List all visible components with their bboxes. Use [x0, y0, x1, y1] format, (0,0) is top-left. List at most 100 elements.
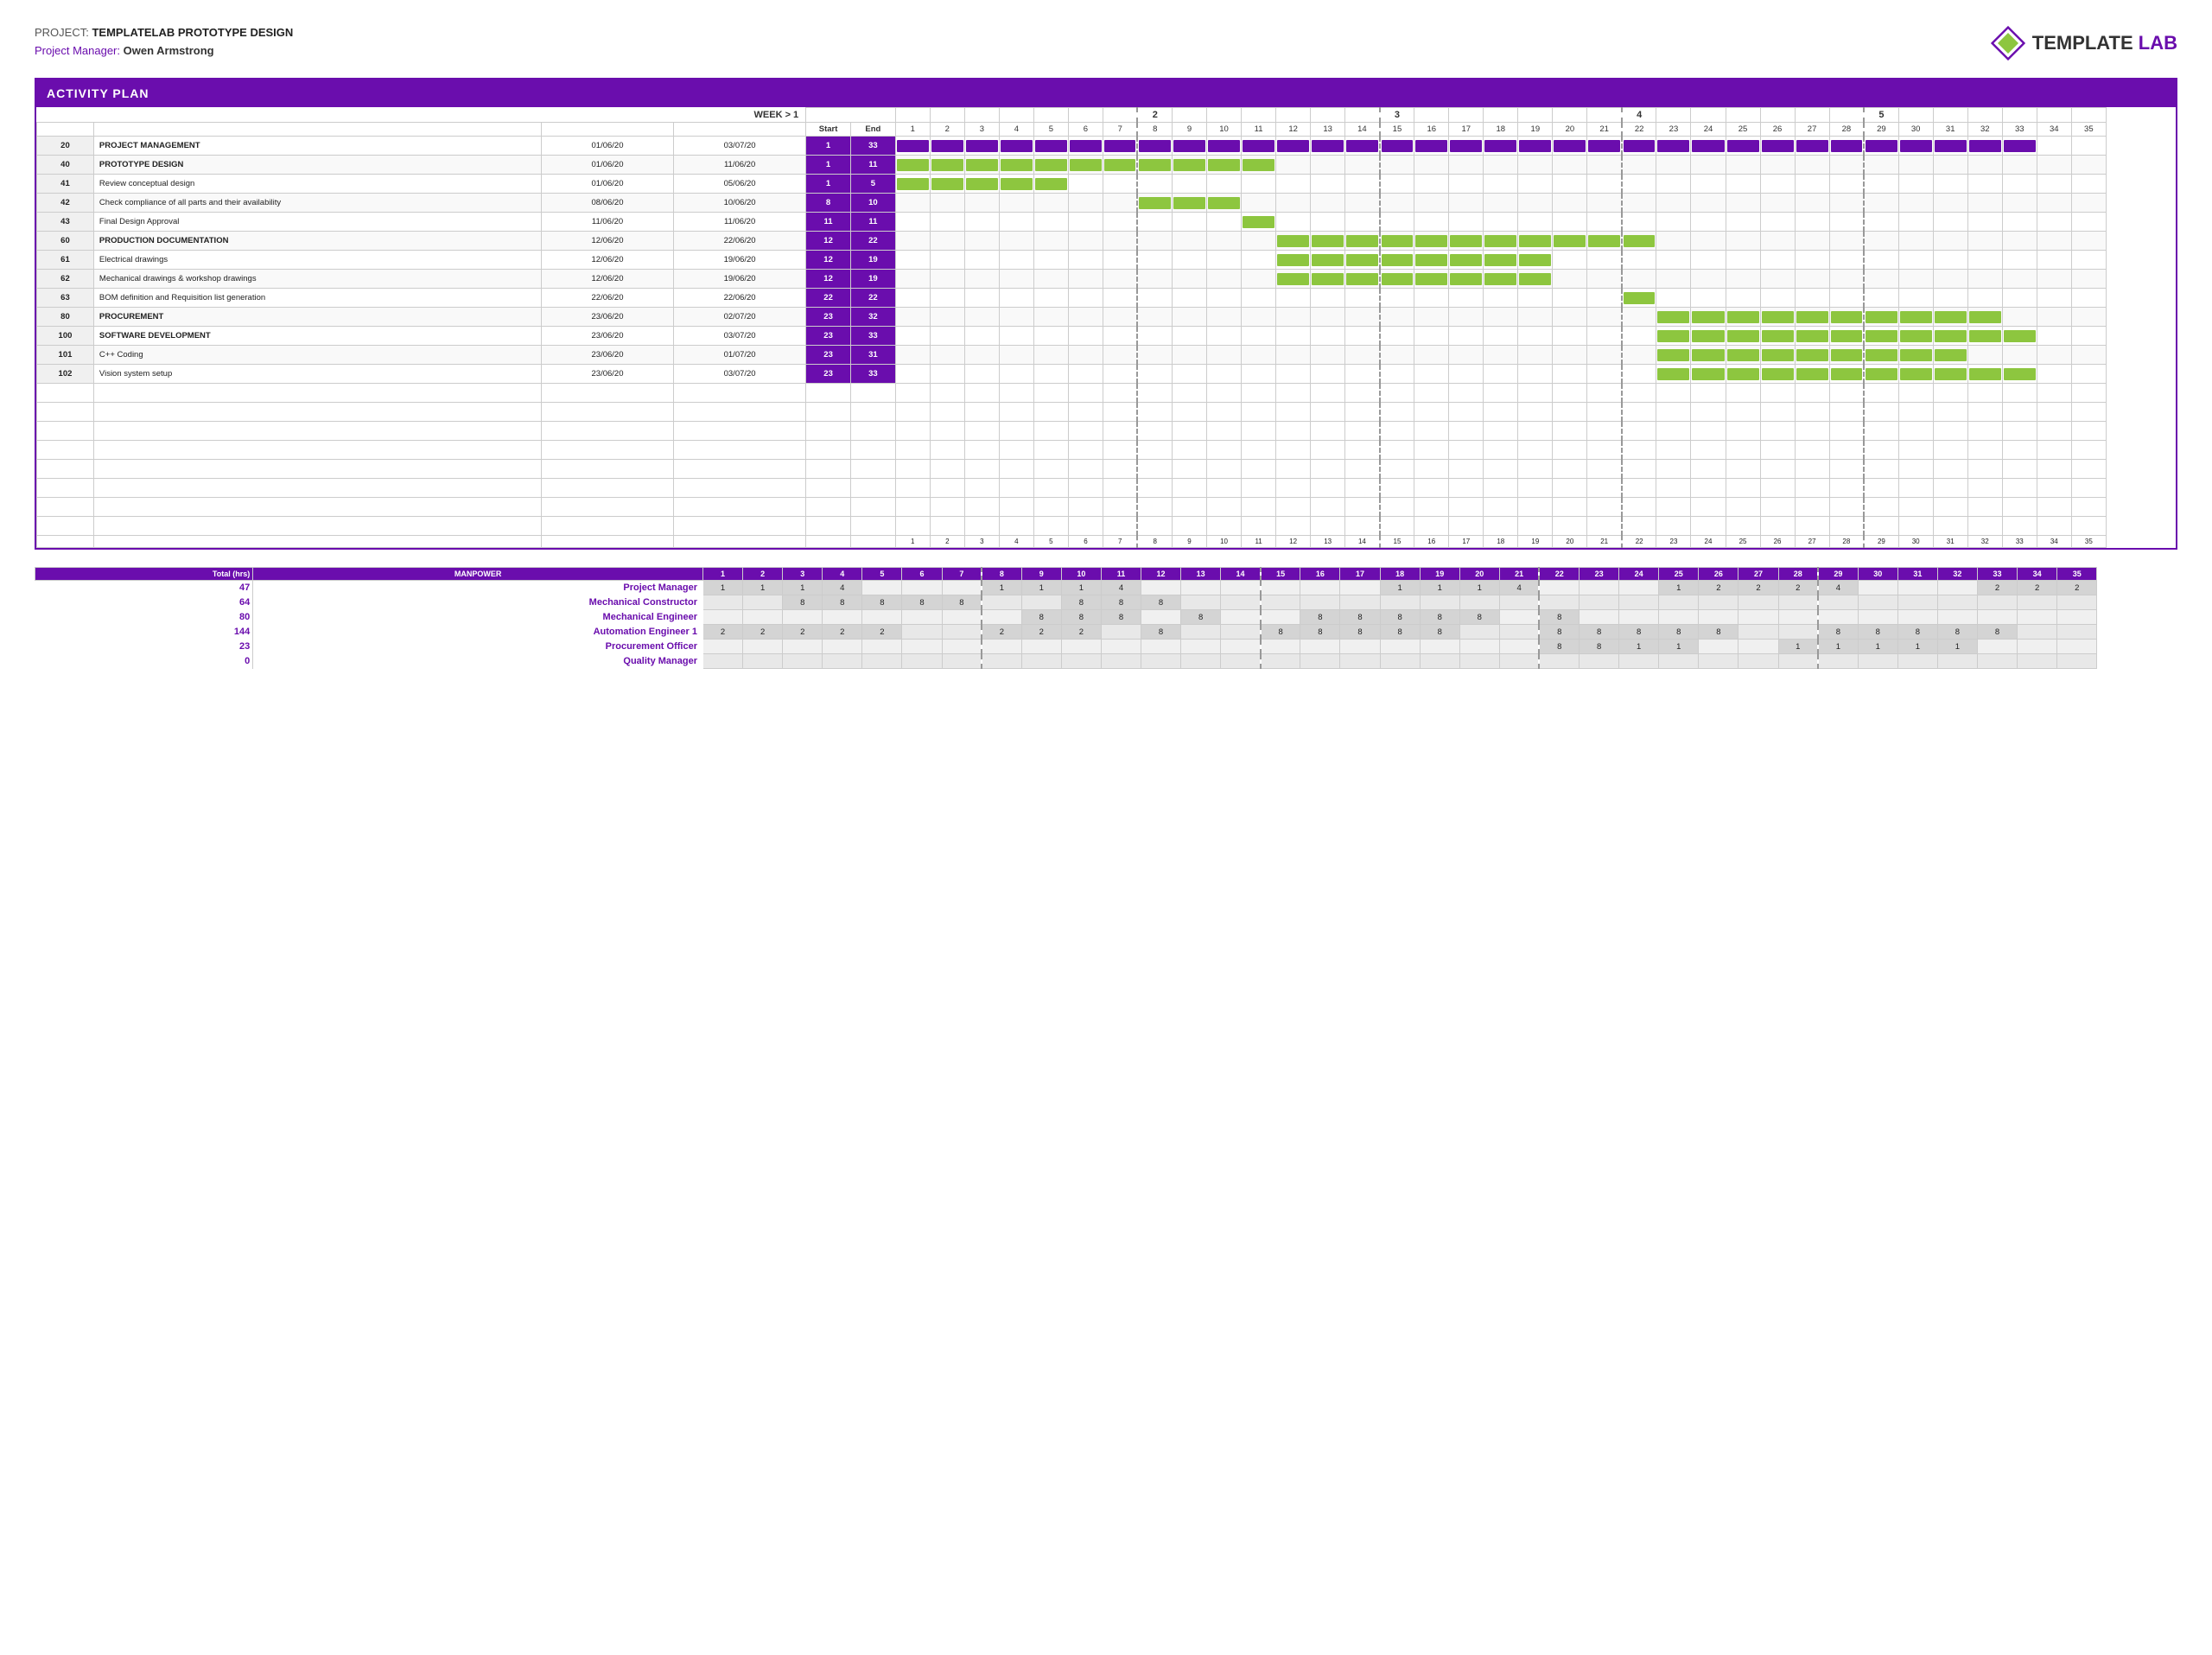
gantt-cell	[1795, 156, 1829, 175]
footer-day-1: 1	[895, 536, 930, 548]
row-end-date: 19/06/20	[674, 251, 806, 270]
gantt-cell	[1414, 213, 1449, 232]
gantt-cell	[999, 175, 1033, 194]
row-start-week: 23	[806, 308, 851, 327]
footer-day-20: 20	[1553, 536, 1587, 548]
empty-cell	[1242, 460, 1276, 479]
gantt-cell	[1587, 346, 1622, 365]
gantt-cell	[1656, 251, 1691, 270]
week-header-day-21	[1587, 108, 1622, 123]
row-end-date: 11/06/20	[674, 213, 806, 232]
manpower-cell	[942, 581, 982, 595]
empty-cell	[1898, 517, 1933, 536]
gantt-cell	[2002, 137, 2037, 156]
gantt-cell	[1933, 327, 1967, 346]
footer-day-30: 30	[1898, 536, 1933, 548]
gantt-cell	[1345, 156, 1380, 175]
empty-cell	[1068, 384, 1103, 403]
table-row: 40PROTOTYPE DESIGN01/06/2011/06/20111	[37, 156, 2176, 175]
empty-cell	[1622, 403, 1656, 422]
gantt-cell	[1484, 156, 1518, 175]
footer-empty-2	[541, 536, 673, 548]
empty-cell	[1622, 384, 1656, 403]
gantt-cell	[1933, 137, 1967, 156]
gantt-cell	[1656, 213, 1691, 232]
gantt-cell	[2037, 232, 2071, 251]
manpower-cell: 4	[1499, 581, 1539, 595]
gantt-cell	[1587, 156, 1622, 175]
gantt-cell	[964, 270, 999, 289]
manpower-cell	[1738, 625, 1778, 640]
gantt-cell	[895, 308, 930, 327]
table-row: 20PROJECT MANAGEMENT01/06/2003/07/20133	[37, 137, 2176, 156]
gantt-cell	[1068, 251, 1103, 270]
manpower-cell	[1738, 654, 1778, 669]
empty-cell	[1933, 441, 1967, 460]
row-start-date: 12/06/20	[541, 270, 673, 289]
footer-day-27: 27	[1795, 536, 1829, 548]
row-end-date: 10/06/20	[674, 194, 806, 213]
manpower-cell	[942, 610, 982, 625]
gantt-cell	[930, 156, 964, 175]
gantt-cell	[999, 270, 1033, 289]
empty-cell	[674, 403, 806, 422]
manpower-row: 47Project Manager11141114111412224222	[35, 581, 2177, 595]
gantt-cell	[1553, 327, 1587, 346]
gantt-cell	[1656, 270, 1691, 289]
gantt-cell	[930, 194, 964, 213]
row-start-date: 23/06/20	[541, 308, 673, 327]
manpower-cell: 8	[1580, 625, 1619, 640]
gantt-cell	[1414, 232, 1449, 251]
gantt-cell	[930, 175, 964, 194]
empty-cell	[1864, 384, 1898, 403]
mp-day-header-8: 8	[982, 568, 1021, 581]
empty-cell	[93, 422, 541, 441]
week-header-day-19	[1518, 108, 1553, 123]
empty-cell	[1103, 479, 1137, 498]
gantt-cell	[1587, 327, 1622, 346]
gantt-cell	[1380, 137, 1414, 156]
manpower-cell	[1420, 654, 1459, 669]
empty-cell	[1449, 460, 1484, 479]
empty-cell	[850, 441, 895, 460]
gantt-cell	[1967, 289, 2002, 308]
gantt-cell	[1414, 194, 1449, 213]
manpower-cell: 2	[1977, 581, 2017, 595]
empty-cell	[1726, 517, 1760, 536]
gantt-cell	[895, 251, 930, 270]
empty-cell	[2071, 479, 2106, 498]
empty-cell	[1414, 479, 1449, 498]
manpower-cell: 8	[1181, 610, 1221, 625]
week-header-day-30	[1898, 108, 1933, 123]
gantt-cell	[1760, 194, 1795, 213]
manpower-cell	[982, 595, 1021, 610]
manpower-cell	[783, 640, 823, 654]
gantt-cell	[1795, 365, 1829, 384]
gantt-cell	[1829, 327, 1864, 346]
mp-day-header-27: 27	[1738, 568, 1778, 581]
gantt-cell	[1380, 308, 1414, 327]
gantt-cell	[1484, 194, 1518, 213]
week-header-day-33	[2002, 108, 2037, 123]
manpower-cell	[2057, 654, 2097, 669]
gantt-cell	[1691, 232, 1726, 251]
manpower-row: 23Procurement Officer881111111	[35, 640, 2177, 654]
manpower-cell	[862, 610, 902, 625]
gantt-cell	[1242, 365, 1276, 384]
empty-cell	[37, 422, 94, 441]
manpower-cell: 8	[1380, 625, 1420, 640]
manpower-cell	[1261, 610, 1300, 625]
manpower-cell	[1181, 581, 1221, 595]
manpower-cell: 2	[783, 625, 823, 640]
row-start-week: 23	[806, 365, 851, 384]
gantt-cell	[1967, 365, 2002, 384]
manpower-cell: 8	[1858, 625, 1897, 640]
manpower-cell	[1499, 625, 1539, 640]
gantt-cell	[1933, 156, 1967, 175]
gantt-cell	[1726, 270, 1760, 289]
gantt-cell	[1967, 327, 2002, 346]
gantt-cell	[1033, 137, 1068, 156]
empty-row	[37, 498, 2176, 517]
empty-cell	[1898, 498, 1933, 517]
gantt-cell	[1622, 270, 1656, 289]
